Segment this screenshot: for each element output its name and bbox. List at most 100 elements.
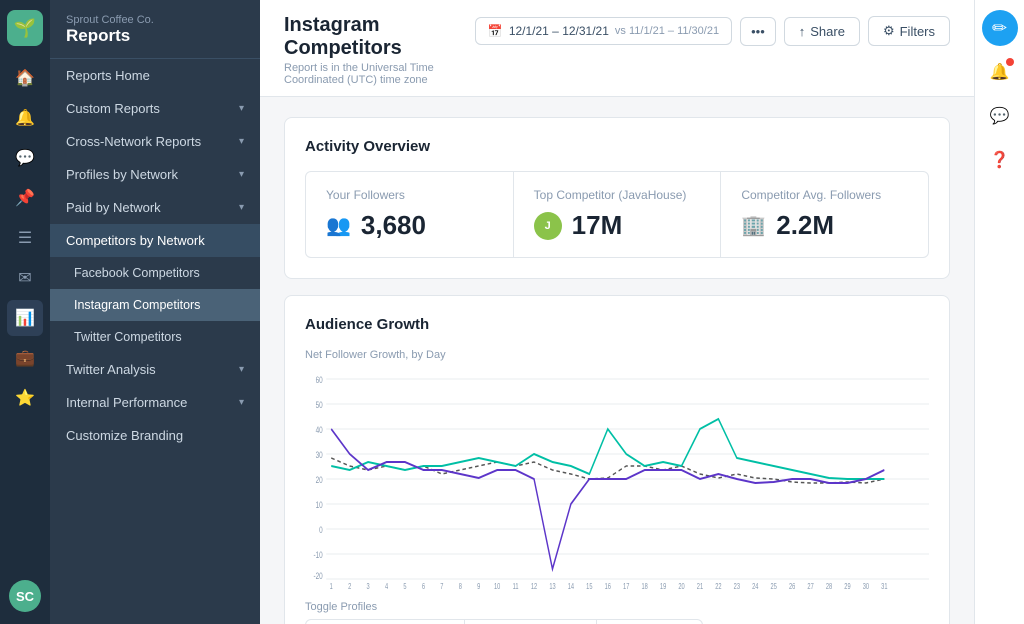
sidebar-title: Reports xyxy=(66,26,244,46)
share-button[interactable]: ↑ Share xyxy=(784,17,860,46)
filters-icon: ⚙ xyxy=(883,23,895,39)
chevron-icon: ▾ xyxy=(239,202,244,213)
svg-text:1: 1 xyxy=(330,583,333,589)
svg-text:20: 20 xyxy=(316,475,324,485)
topbar-left: Instagram Competitors Report is in the U… xyxy=(284,14,475,86)
sidebar-org: Sprout Coffee Co. xyxy=(66,14,244,26)
topbar-right: 📅 12/1/21 – 12/31/21 vs 11/1/21 – 11/30/… xyxy=(475,16,950,46)
legend-item-avg[interactable]: ↻ Competitor Average xyxy=(305,619,465,624)
sidebar-item-paid-by-network[interactable]: Paid by Network ▾ xyxy=(50,191,260,224)
audience-growth-card: Audience Growth Net Follower Growth, by … xyxy=(284,295,950,624)
sidebar-item-facebook-competitors[interactable]: Facebook Competitors xyxy=(50,257,260,289)
svg-text:21: 21 xyxy=(697,583,703,589)
svg-text:50: 50 xyxy=(316,400,324,410)
sidebar: Sprout Coffee Co. Reports Reports Home C… xyxy=(50,0,260,624)
svg-text:3: 3 xyxy=(367,583,370,589)
chevron-icon: ▾ xyxy=(239,364,244,375)
svg-text:2: 2 xyxy=(348,583,351,589)
page-subtitle: Report is in the Universal Time Coordina… xyxy=(284,62,475,86)
calendar-icon: 📅 xyxy=(488,24,503,38)
avg-followers-value: 🏢 2.2M xyxy=(741,210,908,241)
svg-text:19: 19 xyxy=(660,583,666,589)
svg-text:29: 29 xyxy=(844,583,850,589)
share-icon: ↑ xyxy=(799,24,806,39)
svg-text:60: 60 xyxy=(316,375,324,385)
activity-grid: Your Followers 👥 3,680 Top Competitor (J… xyxy=(305,171,929,258)
svg-text:10: 10 xyxy=(494,583,500,589)
audience-growth-title: Audience Growth xyxy=(305,316,929,333)
audience-growth-chart: 60 50 40 30 20 10 0 -10 -20 1 Dec 2 3 4 … xyxy=(305,369,929,589)
svg-text:15: 15 xyxy=(586,583,592,589)
svg-text:4: 4 xyxy=(385,583,388,589)
svg-text:17: 17 xyxy=(623,583,629,589)
chevron-icon: ▾ xyxy=(239,136,244,147)
sidebar-item-customize-branding[interactable]: Customize Branding xyxy=(50,419,260,452)
followers-label: Your Followers xyxy=(326,188,493,202)
activity-button[interactable]: 💬 xyxy=(982,98,1018,134)
sidebar-item-internal-performance[interactable]: Internal Performance ▾ xyxy=(50,386,260,419)
followers-cell: Your Followers 👥 3,680 xyxy=(306,172,514,257)
nav-home-icon[interactable]: 🏠 xyxy=(7,60,43,96)
sidebar-item-twitter-competitors[interactable]: Twitter Competitors xyxy=(50,321,260,353)
svg-text:7: 7 xyxy=(440,583,443,589)
notifications-button[interactable]: 🔔 xyxy=(982,54,1018,90)
chevron-icon: ▾ xyxy=(239,103,244,114)
svg-text:8: 8 xyxy=(459,583,462,589)
avg-followers-cell: Competitor Avg. Followers 🏢 2.2M xyxy=(721,172,928,257)
notification-badge xyxy=(1006,58,1014,66)
compose-button[interactable]: ✏ xyxy=(982,10,1018,46)
more-options-button[interactable]: ••• xyxy=(740,17,776,46)
user-avatar: SC xyxy=(9,580,41,612)
legend-item-javahouse[interactable]: javahouse xyxy=(597,619,703,624)
sidebar-item-competitors-by-network[interactable]: Competitors by Network xyxy=(50,224,260,257)
legend-items: ↻ Competitor Average mysproutcoffee java… xyxy=(305,619,929,624)
nav-briefcase-icon[interactable]: 💼 xyxy=(7,340,43,376)
followers-value: 👥 3,680 xyxy=(326,210,493,241)
icon-rail: 🌱 🏠 🔔 💬 📌 ☰ ✉ 📊 💼 ⭐ SC xyxy=(0,0,50,624)
avg-followers-label: Competitor Avg. Followers xyxy=(741,188,908,202)
sidebar-item-twitter-analysis[interactable]: Twitter Analysis ▾ xyxy=(50,353,260,386)
legend-item-mysprout[interactable]: mysproutcoffee xyxy=(465,619,598,624)
svg-text:9: 9 xyxy=(477,583,480,589)
chevron-icon: ▾ xyxy=(239,397,244,408)
activity-overview-title: Activity Overview xyxy=(305,138,929,155)
svg-text:27: 27 xyxy=(807,583,813,589)
filters-button[interactable]: ⚙ Filters xyxy=(868,16,950,46)
sidebar-item-reports-home[interactable]: Reports Home xyxy=(50,59,260,92)
sidebar-item-cross-network[interactable]: Cross-Network Reports ▾ xyxy=(50,125,260,158)
svg-text:23: 23 xyxy=(734,583,740,589)
svg-text:18: 18 xyxy=(642,583,648,589)
date-range-button[interactable]: 📅 12/1/21 – 12/31/21 vs 11/1/21 – 11/30/… xyxy=(475,17,732,45)
chart-container: 60 50 40 30 20 10 0 -10 -20 1 Dec 2 3 4 … xyxy=(305,369,929,589)
svg-text:12: 12 xyxy=(531,583,537,589)
nav-avatar[interactable]: SC xyxy=(7,578,43,614)
svg-text:14: 14 xyxy=(568,583,574,589)
nav-star-icon[interactable]: ⭐ xyxy=(7,380,43,416)
top-competitor-value: J 17M xyxy=(534,210,701,241)
competitor-icon: J xyxy=(534,212,562,240)
nav-tasks-icon[interactable]: 📌 xyxy=(7,180,43,216)
sidebar-item-custom-reports[interactable]: Custom Reports ▾ xyxy=(50,92,260,125)
content-area: Activity Overview Your Followers 👥 3,680… xyxy=(260,97,974,624)
svg-text:-20: -20 xyxy=(313,571,323,581)
svg-text:40: 40 xyxy=(316,425,324,435)
svg-text:20: 20 xyxy=(678,583,684,589)
top-competitor-label: Top Competitor (JavaHouse) xyxy=(534,188,701,202)
nav-notifications-icon[interactable]: 🔔 xyxy=(7,100,43,136)
svg-text:26: 26 xyxy=(789,583,795,589)
nav-menu-icon[interactable]: ☰ xyxy=(7,220,43,256)
legend-area: Toggle Profiles ↻ Competitor Average mys… xyxy=(305,601,929,624)
help-button[interactable]: ❓ xyxy=(982,142,1018,178)
main-content: Instagram Competitors Report is in the U… xyxy=(260,0,974,624)
svg-text:5: 5 xyxy=(403,583,406,589)
svg-text:24: 24 xyxy=(752,583,758,589)
nav-messages-icon[interactable]: 💬 xyxy=(7,140,43,176)
nav-send-icon[interactable]: ✉ xyxy=(7,260,43,296)
activity-overview-card: Activity Overview Your Followers 👥 3,680… xyxy=(284,117,950,279)
svg-text:0: 0 xyxy=(319,525,323,535)
top-competitor-cell: Top Competitor (JavaHouse) J 17M xyxy=(514,172,722,257)
sidebar-item-profiles-by-network[interactable]: Profiles by Network ▾ xyxy=(50,158,260,191)
topbar: Instagram Competitors Report is in the U… xyxy=(260,0,974,97)
nav-reports-icon[interactable]: 📊 xyxy=(7,300,43,336)
sidebar-item-instagram-competitors[interactable]: Instagram Competitors xyxy=(50,289,260,321)
